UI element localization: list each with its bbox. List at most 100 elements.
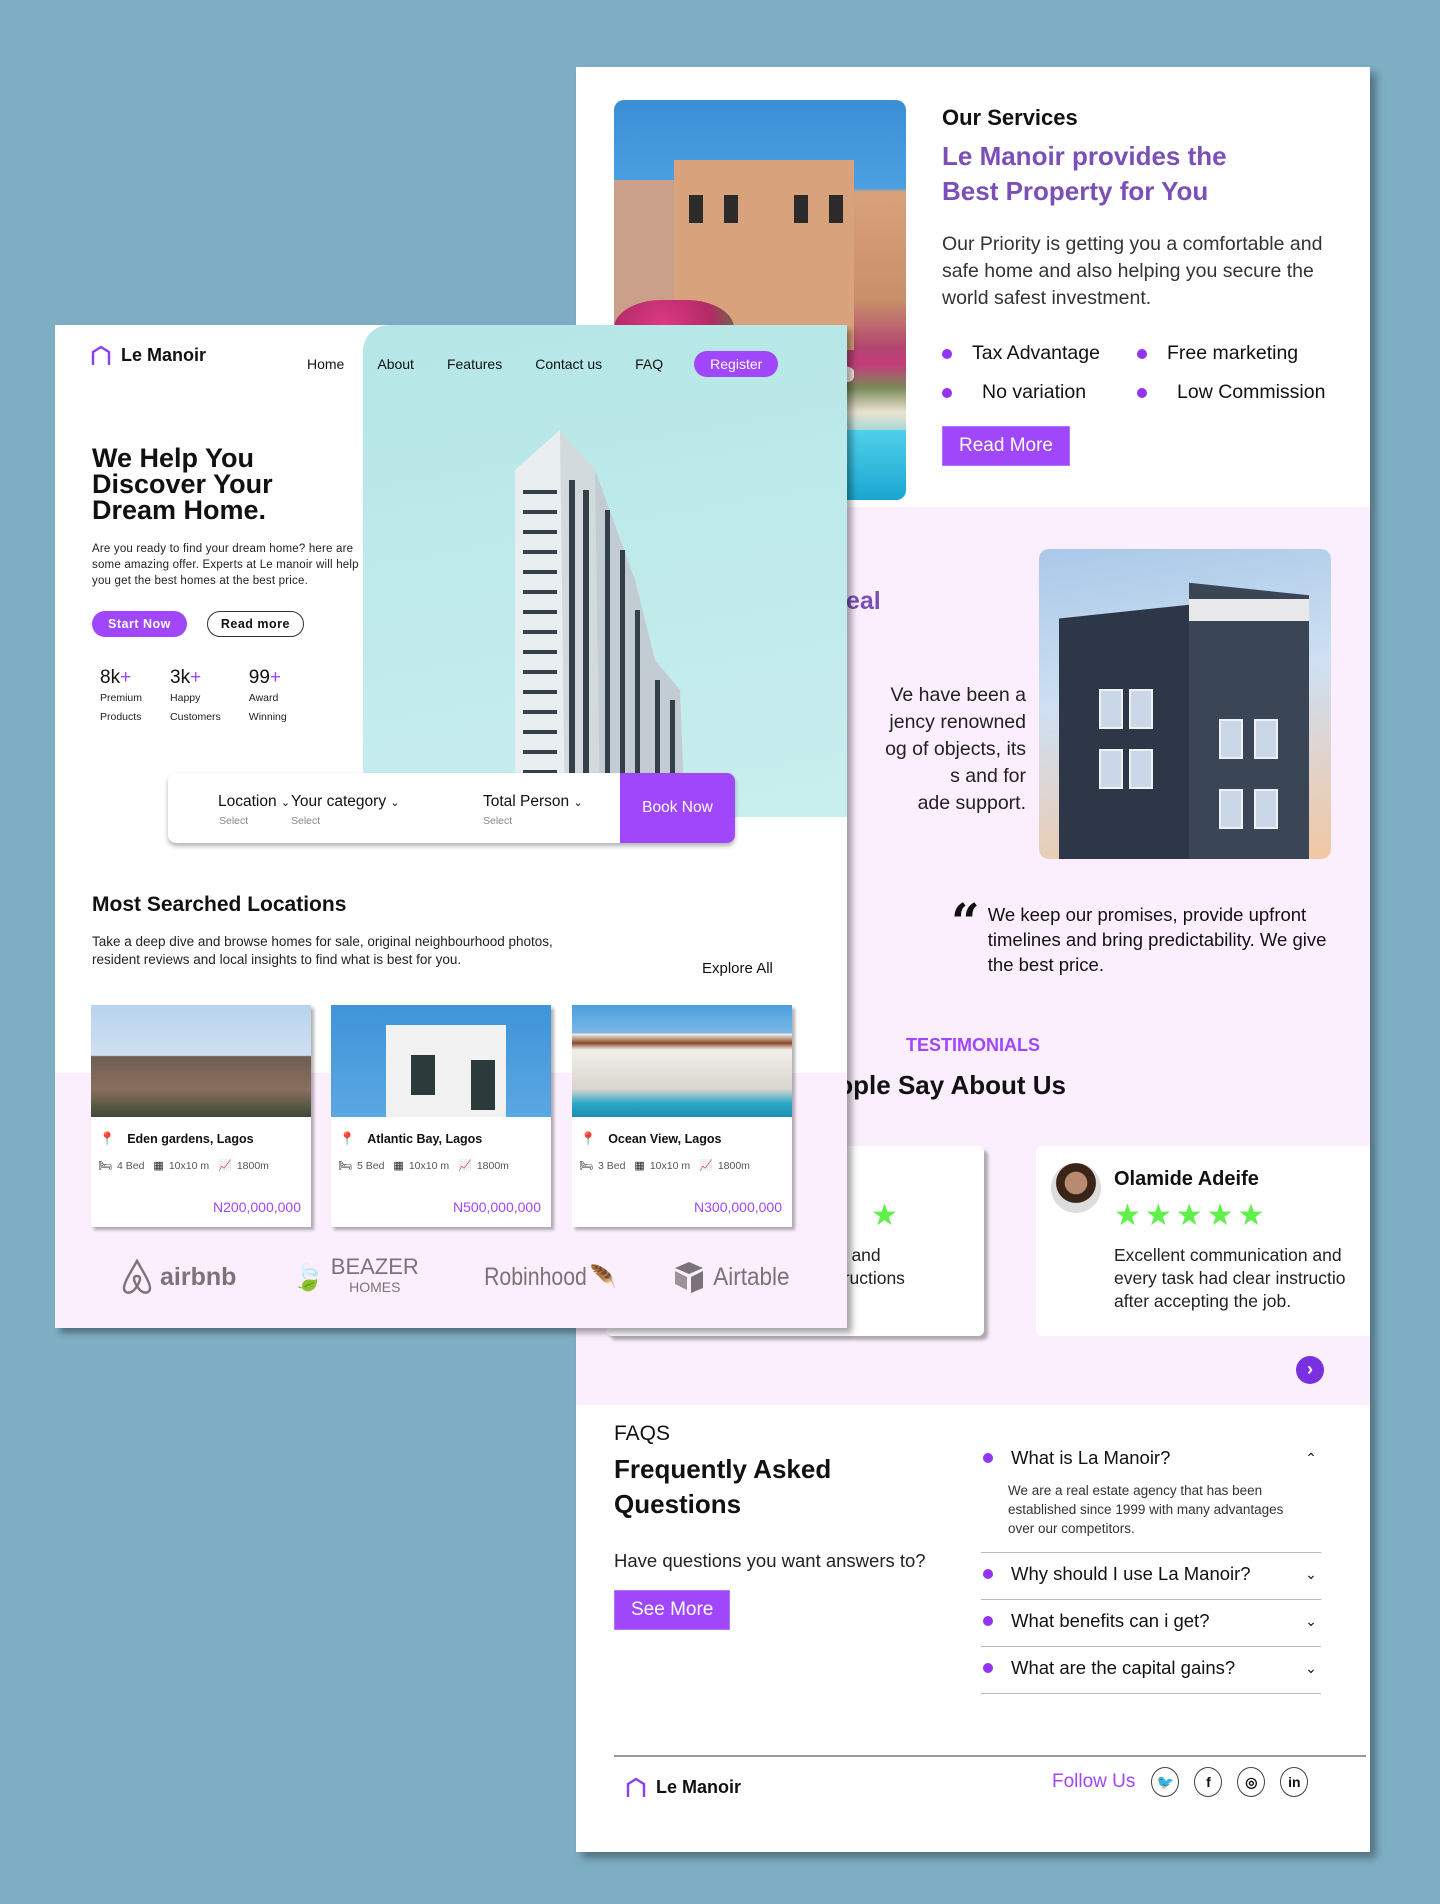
airtable-logo: Airtable [673, 1260, 794, 1294]
feature-label: Low Commission [1177, 381, 1326, 403]
total-person-select[interactable]: Total Person ⌄ Select [483, 793, 583, 827]
feather-icon: 🪶 [589, 1264, 618, 1289]
nav-about[interactable]: About [377, 356, 414, 372]
quote-text: We keep our promises, provide upfront ti… [987, 904, 1327, 975]
services-read-more-button[interactable]: Read More [942, 426, 1070, 466]
services-title-line: Best Property for You [942, 176, 1209, 206]
register-button[interactable]: Register [694, 351, 779, 377]
bed-icon: 🛏 [579, 1160, 593, 1172]
services-title: Le Manoir provides the Best Property for… [942, 139, 1342, 209]
bullet-icon [983, 1616, 993, 1626]
twitter-icon[interactable]: 🐦 [1151, 1767, 1180, 1797]
hero-title-line: Discover Your [92, 469, 273, 499]
home-page: Le Manoir Home About Features Contact us… [55, 325, 847, 1328]
faq-question[interactable]: Why should I use La Manoir? ⌄ [981, 1563, 1321, 1585]
hero-actions: Start Now Read more [92, 611, 362, 637]
instagram-icon[interactable]: ◎ [1237, 1767, 1266, 1797]
bullet-icon [942, 348, 952, 359]
faq-question[interactable]: What is La Manoir? ⌃ [981, 1447, 1321, 1469]
faq-item[interactable]: What is La Manoir? ⌃ We are a real estate… [981, 1437, 1321, 1553]
feature-item: No variation [942, 381, 1137, 404]
faq-title: Frequently Asked Questions [614, 1452, 944, 1522]
select-placeholder: Select [483, 815, 513, 827]
booking-search-bar: Location ⌄ Select Your category ⌄ Select… [168, 773, 735, 843]
nav-home[interactable]: Home [307, 356, 344, 372]
services-description: Our Priority is getting you a comfortabl… [942, 233, 1323, 309]
bullet-icon [1137, 387, 1147, 398]
nav-features[interactable]: Features [447, 356, 502, 372]
see-more-button[interactable]: See More [614, 1590, 731, 1630]
stat-label: Winning [248, 711, 287, 723]
bullet-icon [983, 1663, 993, 1673]
house-logo-icon [91, 345, 111, 365]
faq-question[interactable]: What benefits can i get? ⌄ [981, 1610, 1321, 1632]
property-card[interactable]: 📍 Atlantic Bay, Lagos 🛏 5 Bed ▦ 10x10 m 📈 18… [331, 1005, 551, 1227]
footer-logo[interactable]: Le Manoir [626, 1777, 741, 1798]
faq-question[interactable]: What are the capital gains? ⌄ [981, 1657, 1321, 1679]
faq-question-text: Why should I use La Manoir? [1011, 1563, 1251, 1584]
book-now-button[interactable]: Book Now [620, 773, 735, 843]
nav-contact[interactable]: Contact us [535, 356, 602, 372]
chevron-down-icon[interactable]: ⌄ [1301, 1660, 1321, 1677]
stat-value: 99+ [248, 667, 282, 688]
faq-subtitle: Have questions you want answers to? [614, 1550, 926, 1571]
house-logo-icon [626, 1777, 646, 1797]
location-select[interactable]: Location ⌄ Select [218, 793, 290, 827]
select-label: Your category [291, 793, 387, 810]
location-pin-icon: 📍 [99, 1131, 116, 1146]
select-placeholder: Select [219, 815, 249, 827]
explore-all-link[interactable]: Explore All [702, 960, 773, 977]
chevron-down-icon[interactable]: ⌄ [1301, 1566, 1321, 1583]
testimonial-name: Olamide Adeife [1114, 1168, 1259, 1190]
logo-text: airbnb [160, 1262, 237, 1291]
bullet-icon [942, 387, 952, 398]
category-select[interactable]: Your category ⌄ Select [291, 793, 400, 827]
chevron-down-icon: ⌄ [390, 797, 400, 809]
airbnb-logo: airbnb [120, 1258, 236, 1296]
property-name: Ocean View, Lagos [608, 1132, 722, 1146]
chevron-right-icon[interactable]: › [1296, 1356, 1324, 1384]
bullet-icon [983, 1569, 993, 1579]
faq-item[interactable]: Why should I use La Manoir? ⌄ [981, 1553, 1321, 1600]
linkedin-icon[interactable]: in [1280, 1767, 1309, 1797]
property-area: 1800m [717, 1159, 750, 1172]
nav-faq[interactable]: FAQ [635, 356, 663, 372]
faq-intro: FAQS Frequently Asked Questions Have que… [614, 1422, 944, 1630]
property-price: N200,000,000 [213, 1199, 301, 1215]
property-card[interactable]: 📍 Eden gardens, Lagos 🛏 4 Bed ▦ 10x10 m 📈 18… [91, 1005, 311, 1227]
locations-title: Most Searched Locations [92, 893, 347, 916]
hero-title: We Help You Discover Your Dream Home. [92, 445, 362, 525]
brand-name: Le Manoir [121, 345, 207, 365]
feature-item: Low Commission [1137, 381, 1342, 404]
faq-item[interactable]: What benefits can i get? ⌄ [981, 1600, 1321, 1647]
hero-title-line: Dream Home. [92, 495, 267, 525]
bed-icon: 🛏 [98, 1160, 112, 1172]
testimonial-line: Excellent communication and [1114, 1245, 1342, 1265]
testimonial-line: every task had clear instructio [1114, 1268, 1346, 1288]
location-pin-icon: 📍 [339, 1131, 356, 1146]
testimonial-body: Excellent communication and every task h… [1114, 1244, 1370, 1313]
beazer-logo: 🍃 BEAZER HOMES [292, 1256, 418, 1297]
size-icon: ▦ [634, 1160, 645, 1172]
facebook-icon[interactable]: f [1194, 1767, 1223, 1797]
photo-window [1129, 749, 1153, 789]
chevron-down-icon[interactable]: ⌄ [1301, 1613, 1321, 1630]
chart-icon: 📈 [458, 1160, 472, 1172]
faq-item[interactable]: What are the capital gains? ⌄ [981, 1647, 1321, 1694]
about-title: eal [846, 587, 881, 615]
property-image [572, 1005, 792, 1117]
property-image [331, 1005, 551, 1117]
start-now-button[interactable]: Start Now [92, 611, 187, 637]
stat-products: 8k+ Premium Products [100, 667, 142, 727]
read-more-button[interactable]: Read more [206, 611, 304, 637]
star-rating-icon: ★★★★★ [1114, 1199, 1269, 1232]
airbnb-icon [122, 1258, 152, 1294]
chevron-up-icon[interactable]: ⌃ [1301, 1450, 1321, 1467]
hero-section: We Help You Discover Your Dream Home. Ar… [92, 445, 362, 727]
logo[interactable]: Le Manoir [91, 345, 206, 366]
property-card[interactable]: 📍 Ocean View, Lagos 🛏 3 Bed ▦ 10x10 m 📈 1800… [572, 1005, 792, 1227]
property-name: Atlantic Bay, Lagos [367, 1132, 483, 1146]
feature-label: No variation [982, 381, 1087, 403]
photo-window [1099, 689, 1123, 729]
hero-description: Are you ready to find your dream home? h… [92, 543, 359, 587]
